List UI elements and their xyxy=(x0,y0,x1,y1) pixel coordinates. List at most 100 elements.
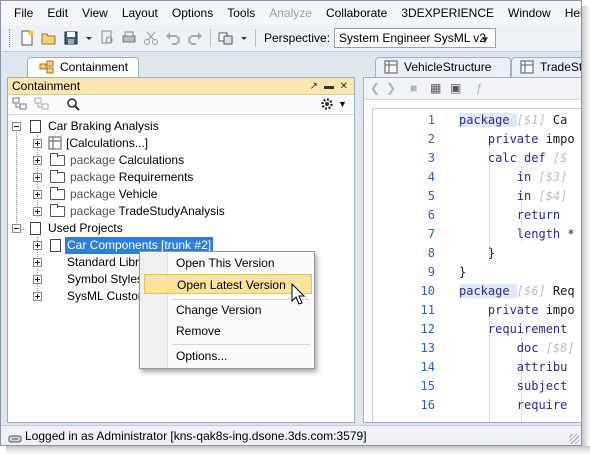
code-token: [$ xyxy=(552,151,568,165)
code-token: impo xyxy=(545,132,575,146)
perspective-select[interactable]: System Engineer SysML v2 ▼ xyxy=(334,28,497,48)
code-token: private xyxy=(487,132,546,146)
textual-view-icon xyxy=(520,60,534,77)
close-icon[interactable]: ✕ xyxy=(340,79,348,95)
tree-item-label: Car Braking Analysis xyxy=(48,119,159,133)
code-line: 2 private impo xyxy=(373,130,581,149)
resize-grip[interactable] xyxy=(569,434,579,444)
back-icon[interactable]: ❮ xyxy=(370,81,380,95)
editor-toolbar: ❮ ❯ ■ ▦ ▣ ƒ xyxy=(364,78,581,100)
menu-collaborate[interactable]: Collaborate xyxy=(319,1,394,25)
expand-icon[interactable] xyxy=(33,139,42,148)
float-icon[interactable]: ↗ xyxy=(310,79,318,95)
code-editor[interactable]: 1 package [$1] Ca 2 private impo 3 calc def… xyxy=(372,108,581,422)
code-text: package [$6] Req xyxy=(459,282,575,301)
chevron-down-icon[interactable]: ▼ xyxy=(338,99,347,109)
print-icon[interactable] xyxy=(121,30,137,46)
collapse-icon[interactable] xyxy=(12,122,21,131)
tree-item-label: Standard Libra xyxy=(67,255,146,269)
line-number: 10 xyxy=(420,284,435,298)
expand-icon[interactable] xyxy=(33,173,42,182)
redo-icon[interactable] xyxy=(187,30,203,46)
context-menu-gutter xyxy=(140,252,168,368)
cut-icon[interactable] xyxy=(143,30,159,46)
menu-item-options[interactable]: Options... xyxy=(170,346,312,366)
tree-item-label: Vehicle xyxy=(118,187,158,201)
status-text: Logged in as Administrator [kns-qak8s-in… xyxy=(25,429,367,443)
code-line: 10 package [$6] Req xyxy=(373,282,581,301)
expand-icon[interactable] xyxy=(33,207,42,216)
menu-edit[interactable]: Edit xyxy=(40,1,75,25)
tab-label: TradeStruc xyxy=(540,60,582,74)
tab-containment[interactable]: Containment xyxy=(27,57,139,77)
code-token: require xyxy=(516,398,568,412)
menu-analyze[interactable]: Analyze xyxy=(262,1,319,25)
new-icon[interactable] xyxy=(19,30,35,46)
menu-view[interactable]: View xyxy=(75,1,115,25)
expand-icon[interactable] xyxy=(33,190,42,199)
menu-layout[interactable]: Layout xyxy=(115,1,165,25)
save-icon[interactable] xyxy=(63,30,79,46)
print-preview-icon[interactable] xyxy=(99,30,115,46)
menu-file[interactable]: File xyxy=(7,1,40,25)
menu-item-open-this-version[interactable]: Open This Version xyxy=(170,253,312,273)
perspective-switch-icon[interactable] xyxy=(218,30,234,46)
menu-item-remove[interactable]: Remove xyxy=(170,321,312,341)
code-token: } xyxy=(459,265,467,279)
dropdown-icon[interactable] xyxy=(240,30,248,46)
open-icon[interactable] xyxy=(41,30,57,46)
code-token: requirement xyxy=(487,322,575,336)
undo-icon[interactable] xyxy=(165,30,181,46)
menu-options[interactable]: Options xyxy=(165,1,220,25)
code-text: private impo xyxy=(459,130,575,149)
tab-tradestudy[interactable]: TradeStruc xyxy=(511,57,582,77)
menu-tools[interactable]: Tools xyxy=(220,1,262,25)
code-token: impo xyxy=(545,303,575,317)
line-number: 3 xyxy=(427,151,435,165)
tree-item-kind: package xyxy=(70,204,116,218)
menu-3dexperience[interactable]: 3DEXPERIENCE xyxy=(394,1,501,25)
code-token: [$6] xyxy=(516,284,553,298)
line-number: 6 xyxy=(427,208,435,222)
main-toolbar: Perspective: System Engineer SysML v2 ▼ xyxy=(1,25,581,52)
expand-icon[interactable] xyxy=(33,258,42,267)
code-token: in xyxy=(516,170,539,184)
forward-icon[interactable]: ❯ xyxy=(386,81,396,95)
expand-icon[interactable] xyxy=(33,156,42,165)
dropdown-icon[interactable] xyxy=(85,30,93,46)
line-number: 16 xyxy=(420,398,435,412)
code-token: package xyxy=(459,113,517,127)
structure-icon[interactable]: ▦ xyxy=(430,81,441,95)
code-text: require xyxy=(459,396,568,415)
menu-window[interactable]: Window xyxy=(501,1,558,25)
minimize-icon[interactable]: ▬ xyxy=(324,79,334,95)
line-number: 11 xyxy=(420,303,435,317)
collapse-icon[interactable] xyxy=(12,224,21,233)
collapse-all-icon[interactable] xyxy=(34,97,50,114)
code-token: private xyxy=(487,303,546,317)
search-icon[interactable] xyxy=(66,97,80,114)
gear-icon[interactable] xyxy=(320,97,334,114)
function-icon[interactable]: ƒ xyxy=(476,81,483,95)
save-icon[interactable]: ■ xyxy=(410,81,417,95)
project-icon xyxy=(30,120,41,133)
line-number: 15 xyxy=(420,379,435,393)
tab-vehiclestructure[interactable]: VehicleStructure xyxy=(375,57,511,77)
tab-containment-label: Containment xyxy=(60,60,129,74)
line-number: 13 xyxy=(420,341,435,355)
expand-icon[interactable] xyxy=(33,292,42,301)
expand-all-icon[interactable] xyxy=(12,97,28,114)
menu-bar: File Edit View Layout Options Tools Analyze Col… xyxy=(1,1,581,25)
expand-icon[interactable] xyxy=(33,241,42,250)
menu-item-open-latest-version[interactable]: Open Latest Version xyxy=(144,274,312,294)
tree-item-kind: package xyxy=(70,187,116,201)
code-line: 14 attribu xyxy=(373,358,581,377)
toolbar-grip[interactable] xyxy=(9,29,12,47)
expand-icon[interactable] xyxy=(33,275,42,284)
menu-help[interactable]: Help xyxy=(558,1,581,25)
save-view-icon[interactable]: ▣ xyxy=(450,81,461,95)
